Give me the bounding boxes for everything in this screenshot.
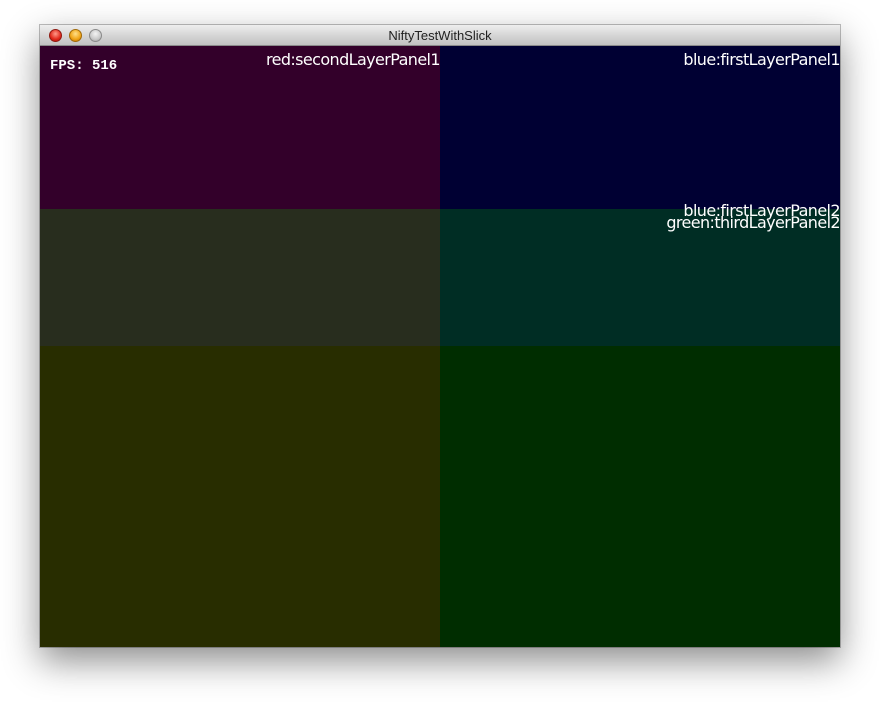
second-layer-panel1-label: red:secondLayerPanel1 <box>265 50 441 69</box>
panel-top-right <box>440 46 840 209</box>
third-layer-panel2-label: green:thirdLayerPanel2 <box>666 213 840 232</box>
title-bar[interactable]: NiftyTestWithSlick <box>40 25 840 46</box>
app-window: NiftyTestWithSlick FPS: 516 red:secondLa… <box>40 25 840 647</box>
panel-bottom-left <box>40 346 440 647</box>
render-canvas[interactable]: FPS: 516 red:secondLayerPanel1 blue:firs… <box>40 46 840 647</box>
panel-middle-left <box>40 209 440 346</box>
fps-counter: FPS: 516 <box>50 58 118 74</box>
first-layer-panel1-label: blue:firstLayerPanel1 <box>683 50 840 69</box>
panel-bottom-right <box>440 346 840 647</box>
window-title: NiftyTestWithSlick <box>388 28 492 43</box>
